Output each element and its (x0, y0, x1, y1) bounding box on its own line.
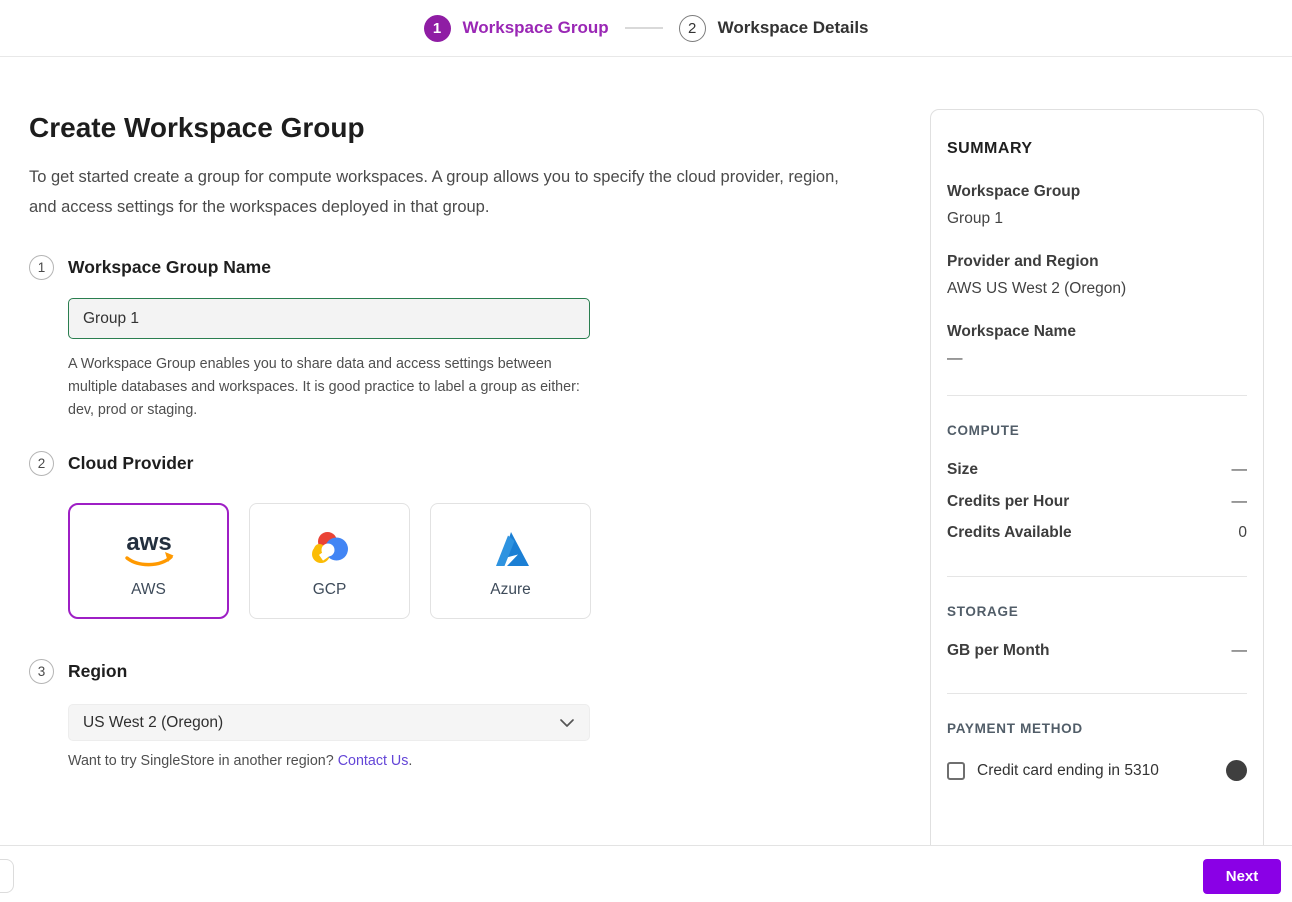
summary-divider (947, 576, 1247, 577)
summary-panel: SUMMARY Workspace Group Group 1 Provider… (930, 109, 1264, 879)
summary-row-credits-per-hour: Credits per Hour — (947, 486, 1247, 518)
summary-credits-per-hour-label: Credits per Hour (947, 486, 1069, 518)
region-helper-prefix: Want to try SingleStore in another regio… (68, 753, 338, 769)
provider-label-gcp: GCP (313, 581, 347, 599)
payment-method-row: Credit card ending in 5310 (947, 760, 1247, 781)
summary-gb-per-month-label: GB per Month (947, 635, 1049, 667)
wizard-top-bar: 1 Workspace Group 2 Workspace Details (0, 0, 1292, 57)
summary-divider (947, 693, 1247, 694)
form-step-3-number: 3 (29, 659, 54, 684)
aws-logo-icon: aws (116, 523, 182, 575)
region-section-header: 3 Region (29, 659, 127, 684)
stepper-connector-line (625, 27, 663, 29)
summary-size-value: — (1232, 454, 1248, 486)
azure-logo-icon (487, 523, 535, 575)
cloud-provider-section-header: 2 Cloud Provider (29, 451, 193, 476)
summary-workspace-group-label: Workspace Group (947, 183, 1247, 201)
form-step-1-number: 1 (29, 255, 54, 280)
contact-us-link[interactable]: Contact Us (338, 753, 409, 769)
summary-title: SUMMARY (947, 140, 1247, 158)
page-title: Create Workspace Group (29, 112, 365, 144)
workspace-group-name-input[interactable] (68, 298, 590, 339)
summary-credits-available-label: Credits Available (947, 517, 1072, 549)
chevron-down-icon (559, 718, 575, 728)
summary-credits-available-value: 0 (1238, 517, 1247, 549)
workspace-group-name-label: Workspace Group Name (68, 257, 271, 278)
form-step-2-number: 2 (29, 451, 54, 476)
summary-field-workspace-name: Workspace Name — (947, 323, 1247, 368)
cloud-provider-label: Cloud Provider (68, 453, 193, 474)
step-2-indicator: 2 (679, 15, 706, 42)
region-select-dropdown[interactable]: US West 2 (Oregon) (68, 704, 590, 741)
wizard-footer-bar: Next (0, 845, 1292, 902)
create-workspace-group-form: Create Workspace Group To get started cr… (29, 112, 869, 832)
info-icon[interactable] (1226, 760, 1247, 781)
region-label: Region (68, 661, 127, 682)
summary-row-credits-available: Credits Available 0 (947, 517, 1247, 549)
summary-gb-per-month-value: — (1232, 635, 1248, 667)
provider-card-azure[interactable]: Azure (430, 503, 591, 619)
next-button[interactable]: Next (1203, 859, 1281, 894)
provider-card-aws[interactable]: aws AWS (68, 503, 229, 619)
cloud-provider-options: aws AWS GCP (68, 503, 591, 619)
payment-method-checkbox[interactable] (947, 762, 965, 780)
summary-compute-rows: Size — Credits per Hour — Credits Availa… (947, 454, 1247, 549)
step-1-indicator: 1 (424, 15, 451, 42)
workspace-group-name-helper-text: A Workspace Group enables you to share d… (68, 353, 598, 422)
provider-card-gcp[interactable]: GCP (249, 503, 410, 619)
region-selected-value: US West 2 (Oregon) (83, 714, 223, 732)
region-helper-text: Want to try SingleStore in another regio… (68, 753, 412, 769)
svg-text:aws: aws (126, 529, 171, 556)
summary-workspace-group-value: Group 1 (947, 210, 1247, 228)
workspace-group-name-section-header: 1 Workspace Group Name (29, 255, 271, 280)
step-1-label[interactable]: Workspace Group (463, 18, 609, 38)
summary-row-gb-per-month: GB per Month — (947, 635, 1247, 667)
summary-compute-header: COMPUTE (947, 423, 1247, 438)
payment-method-label: Credit card ending in 5310 (977, 762, 1159, 780)
region-helper-suffix: . (408, 753, 412, 769)
gcp-logo-icon (306, 523, 354, 575)
summary-credits-per-hour-value: — (1232, 486, 1248, 518)
summary-storage-header: STORAGE (947, 604, 1247, 619)
summary-provider-region-label: Provider and Region (947, 253, 1247, 271)
provider-label-aws: AWS (131, 581, 166, 599)
summary-size-label: Size (947, 454, 978, 486)
summary-row-size: Size — (947, 454, 1247, 486)
page-description: To get started create a group for comput… (29, 162, 847, 222)
step-2-label[interactable]: Workspace Details (718, 18, 869, 38)
summary-provider-region-value: AWS US West 2 (Oregon) (947, 280, 1247, 298)
cutoff-button[interactable] (0, 859, 14, 893)
wizard-stepper: 1 Workspace Group 2 Workspace Details (424, 15, 869, 42)
summary-payment-method-header: PAYMENT METHOD (947, 721, 1247, 736)
summary-storage-rows: GB per Month — (947, 635, 1247, 667)
summary-field-workspace-group: Workspace Group Group 1 (947, 183, 1247, 228)
summary-field-provider-region: Provider and Region AWS US West 2 (Orego… (947, 253, 1247, 298)
summary-workspace-name-label: Workspace Name (947, 323, 1247, 341)
summary-workspace-name-value: — (947, 350, 1247, 368)
provider-label-azure: Azure (490, 581, 531, 599)
summary-divider (947, 395, 1247, 396)
